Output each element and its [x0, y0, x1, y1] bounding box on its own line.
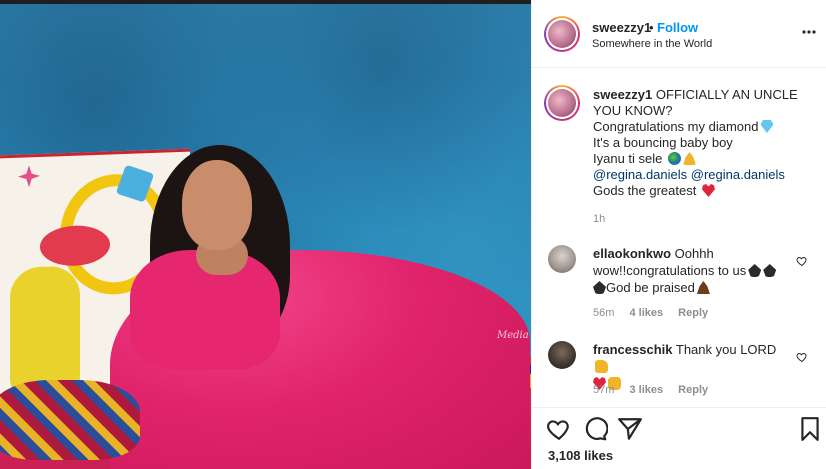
post-side-panel: sweezzy1 • Follow Somewhere in the World…: [531, 0, 826, 469]
reply-button[interactable]: Reply: [678, 384, 708, 396]
separator-dot: •: [649, 20, 654, 35]
globe-emoji-icon: [668, 152, 681, 165]
caption-timestamp[interactable]: 1h: [593, 213, 605, 225]
clap-emoji-icon: [593, 281, 606, 294]
like-comment-heart-icon[interactable]: [796, 351, 808, 363]
follow-button[interactable]: Follow: [657, 20, 698, 35]
more-icon[interactable]: [802, 30, 816, 34]
like-comment-heart-icon[interactable]: [796, 255, 808, 267]
commenter-username[interactable]: ellaokonkwo: [593, 246, 671, 261]
commenter-username[interactable]: francesschik: [593, 342, 673, 357]
post-actions-bar: 3,108 likes: [532, 407, 826, 469]
caption-author-avatar[interactable]: [544, 85, 580, 121]
comment-body: Thank you LORD: [675, 342, 777, 357]
comment-meta: 57m 3 likes Reply: [593, 384, 720, 396]
caption-line: Gods the greatest: [593, 183, 697, 198]
post-photo[interactable]: Media: [0, 0, 531, 469]
diamond-emoji-icon: [760, 120, 774, 133]
pray-emoji-icon: [696, 281, 710, 294]
comment-timestamp[interactable]: 56m: [593, 307, 614, 319]
commenter-avatar[interactable]: [548, 245, 576, 273]
comment-item: ellaokonkwo Oohhh wow!!congratulations t…: [532, 245, 826, 325]
commenter-avatar[interactable]: [548, 341, 576, 369]
caption-line: Iyanu ti sele: [593, 151, 663, 166]
reply-button[interactable]: Reply: [678, 307, 708, 319]
comment-body: God be praised: [606, 280, 695, 295]
post-location[interactable]: Somewhere in the World: [592, 38, 712, 50]
pray-emoji-icon: [683, 152, 696, 165]
comment-likes[interactable]: 4 likes: [629, 307, 663, 319]
photo-top-edge: [0, 0, 531, 4]
post-caption: sweezzy1 OFFICIALLY AN UNCLE YOU KNOW? C…: [593, 87, 815, 199]
post-likes-count[interactable]: 3,108 likes: [548, 448, 613, 463]
caption-line: It's a bouncing baby boy: [593, 135, 733, 150]
comments-section[interactable]: sweezzy1 OFFICIALLY AN UNCLE YOU KNOW? C…: [532, 69, 826, 407]
subject-face: [182, 160, 252, 250]
author-username[interactable]: sweezzy1: [592, 20, 651, 35]
caption-username[interactable]: sweezzy1: [593, 87, 652, 102]
thumbs-up-emoji-icon: [595, 360, 608, 373]
caption-mentions[interactable]: @regina.daniels @regina.daniels: [593, 167, 815, 183]
post-header: sweezzy1 • Follow Somewhere in the World: [532, 0, 826, 68]
comment-text: ellaokonkwo Oohhh wow!!congratulations t…: [593, 245, 789, 296]
comment-timestamp[interactable]: 57m: [593, 384, 614, 396]
share-icon[interactable]: [617, 416, 643, 442]
heart-icon[interactable]: [546, 416, 572, 442]
comment-item: francesschik Thank you LORD 57m 3 likes …: [532, 341, 826, 401]
clap-emoji-icon: [763, 264, 777, 277]
clap-emoji-icon: [748, 264, 762, 277]
patterned-pillow: [0, 380, 140, 460]
comment-body: Oohhh: [674, 246, 714, 261]
bookmark-icon[interactable]: [797, 416, 823, 442]
author-avatar[interactable]: [544, 16, 580, 52]
caption-line: Congratulations my diamond: [593, 119, 759, 134]
comment-icon[interactable]: [582, 416, 608, 442]
comment-likes[interactable]: 3 likes: [629, 384, 663, 396]
heart-emoji-icon: [701, 184, 715, 197]
comment-body: wow!!congratulations to us: [593, 263, 747, 278]
photo-watermark: Media: [497, 330, 529, 341]
comment-meta: 56m 4 likes Reply: [593, 307, 720, 319]
